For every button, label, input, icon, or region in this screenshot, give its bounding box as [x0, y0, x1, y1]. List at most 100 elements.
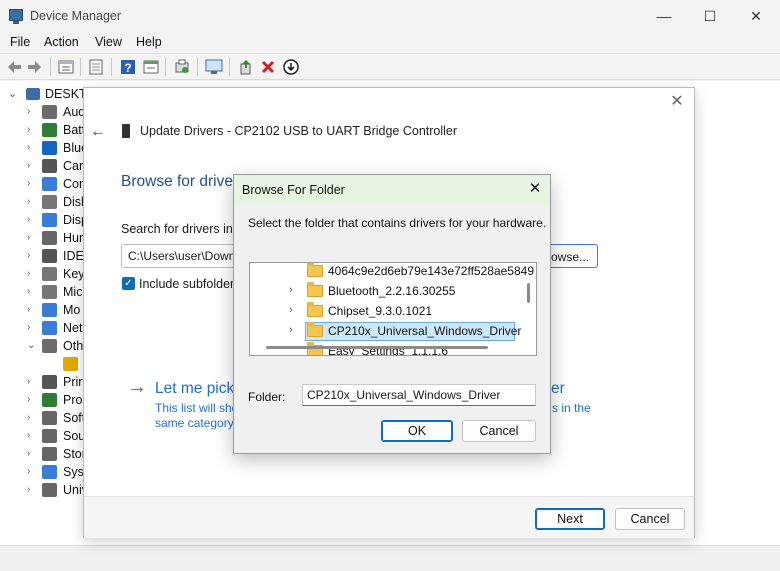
menu-file[interactable]: File — [10, 35, 30, 49]
toolbar-separator — [111, 58, 112, 76]
tree-item-label: Prir — [63, 375, 83, 389]
forward-icon[interactable] — [26, 58, 44, 76]
folder-icon — [307, 322, 323, 337]
folder-list-item[interactable]: › CP210x_Universal_Windows_Driver — [250, 321, 522, 341]
refresh-icon[interactable] — [87, 58, 105, 76]
wizard-title: Update Drivers - CP2102 USB to UART Brid… — [140, 124, 458, 138]
chevron-right-icon[interactable]: › — [27, 304, 37, 316]
arrow-right-icon: → — [127, 376, 147, 398]
battery-icon — [42, 123, 57, 137]
menu-action[interactable]: Action — [44, 35, 79, 49]
tree-item-label: Soft — [63, 411, 86, 425]
chevron-right-icon[interactable]: › — [289, 324, 293, 336]
cancel-button[interactable]: Cancel — [615, 508, 685, 530]
scan-icon[interactable] — [173, 58, 191, 76]
toolbar-separator — [197, 58, 198, 76]
folder-item-label: 4064c9e2d6eb79e143e72ff528ae5849 — [328, 264, 534, 278]
chevron-right-icon[interactable]: › — [27, 430, 37, 442]
horizontal-scrollbar[interactable] — [266, 346, 488, 349]
chevron-right-icon[interactable]: › — [27, 214, 37, 226]
usb-icon — [42, 483, 57, 497]
chevron-right-icon[interactable]: › — [27, 322, 37, 334]
folder-item-label: Chipset_9.3.0.1021 — [328, 304, 433, 318]
menu-help[interactable]: Help — [136, 35, 162, 49]
close-button[interactable]: ✕ — [732, 0, 780, 32]
folder-list-item[interactable]: › Bluetooth_2.2.16.30255 — [250, 281, 522, 301]
folder-tree[interactable]: Easy_Settings_1.1.1.6 › CP210x_Universal_W… — [249, 262, 537, 356]
close-icon[interactable]: ✕ — [526, 180, 544, 198]
toolbar-separator — [165, 58, 166, 76]
vertical-scrollbar[interactable] — [527, 283, 530, 303]
chevron-right-icon[interactable]: › — [289, 284, 293, 296]
computer-icon — [26, 88, 40, 100]
menu-bar: File Action View Help — [0, 32, 780, 54]
pick-from-list-link[interactable]: Let me pick — [155, 380, 235, 398]
update-driver-icon[interactable] — [237, 58, 255, 76]
ide-icon — [42, 249, 57, 263]
chevron-right-icon[interactable]: › — [27, 394, 37, 406]
folder-list-item[interactable]: › Chipset_9.3.0.1021 — [250, 301, 522, 321]
tree-item-label: Key — [63, 267, 85, 281]
chevron-right-icon[interactable]: › — [27, 412, 37, 424]
disable-icon[interactable] — [282, 58, 300, 76]
back-arrow-icon[interactable]: ← — [90, 123, 106, 141]
folder-list-item[interactable]: 4064c9e2d6eb79e143e72ff528ae5849 — [250, 263, 534, 281]
chevron-right-icon[interactable]: › — [27, 106, 37, 118]
toolbar: ? — [0, 54, 780, 80]
chevron-right-icon[interactable]: › — [27, 376, 37, 388]
tree-item-label: Mic — [63, 285, 83, 299]
folder-cancel-button[interactable]: Cancel — [462, 420, 536, 442]
help-icon[interactable]: ? — [119, 58, 137, 76]
chevron-down-icon[interactable]: ⌄ — [27, 340, 37, 352]
toolbar-separator — [50, 58, 51, 76]
search-location-label: Search for drivers in this location: — [121, 222, 251, 236]
other-devices-icon — [42, 339, 57, 353]
chevron-right-icon[interactable]: › — [27, 142, 37, 154]
chevron-right-icon[interactable]: › — [27, 250, 37, 262]
include-subfolders-label[interactable]: Include subfolders — [139, 277, 234, 291]
chevron-right-icon[interactable]: › — [27, 484, 37, 496]
include-subfolders-checkbox[interactable]: ✓ — [122, 277, 135, 290]
toolbar-separator — [229, 58, 230, 76]
chevron-down-icon[interactable]: ⌄ — [8, 87, 17, 100]
chevron-right-icon[interactable]: › — [27, 466, 37, 478]
keyboard-icon — [42, 267, 57, 281]
printer-icon — [42, 375, 57, 389]
svg-text:?: ? — [124, 61, 131, 75]
monitor-icon[interactable] — [205, 58, 223, 76]
audio-icon — [42, 105, 57, 119]
chevron-right-icon[interactable]: › — [27, 124, 37, 136]
window-title: Device Manager — [30, 9, 122, 23]
back-icon[interactable] — [5, 58, 23, 76]
view-icon[interactable] — [142, 58, 160, 76]
sound-icon — [42, 429, 57, 443]
toolbar-separator — [80, 58, 81, 76]
uninstall-icon[interactable] — [259, 58, 277, 76]
folder-dialog-titlebar: Browse For Folder ✕ — [234, 175, 550, 205]
tree-item-label: Aud — [63, 105, 86, 119]
folder-label: Folder: — [248, 390, 286, 404]
chevron-right-icon[interactable]: › — [27, 286, 37, 298]
chevron-right-icon[interactable]: › — [27, 178, 37, 190]
close-icon[interactable]: ✕ — [668, 93, 686, 111]
chevron-right-icon[interactable]: › — [27, 448, 37, 460]
device-manager-icon — [9, 9, 23, 24]
minimize-button[interactable]: — — [640, 0, 688, 32]
tree-item-label: Net — [63, 321, 83, 335]
processor-icon — [42, 393, 57, 407]
next-button[interactable]: Next — [535, 508, 605, 530]
pick-from-list-link-end[interactable]: er — [551, 380, 565, 398]
properties-icon[interactable] — [57, 58, 75, 76]
chevron-right-icon[interactable]: › — [289, 304, 293, 316]
chevron-right-icon[interactable]: › — [27, 196, 37, 208]
mouse-icon — [42, 285, 57, 299]
monitor-icon — [42, 303, 57, 317]
chevron-right-icon[interactable]: › — [27, 160, 37, 172]
browse-for-folder-dialog: Browse For Folder ✕ Select the folder th… — [233, 174, 551, 454]
maximize-button[interactable]: ☐ — [686, 0, 734, 32]
ok-button[interactable]: OK — [381, 420, 453, 442]
chevron-right-icon[interactable]: › — [27, 232, 37, 244]
folder-name-input[interactable]: CP210x_Universal_Windows_Driver — [302, 384, 536, 406]
chevron-right-icon[interactable]: › — [27, 268, 37, 280]
menu-view[interactable]: View — [95, 35, 122, 49]
